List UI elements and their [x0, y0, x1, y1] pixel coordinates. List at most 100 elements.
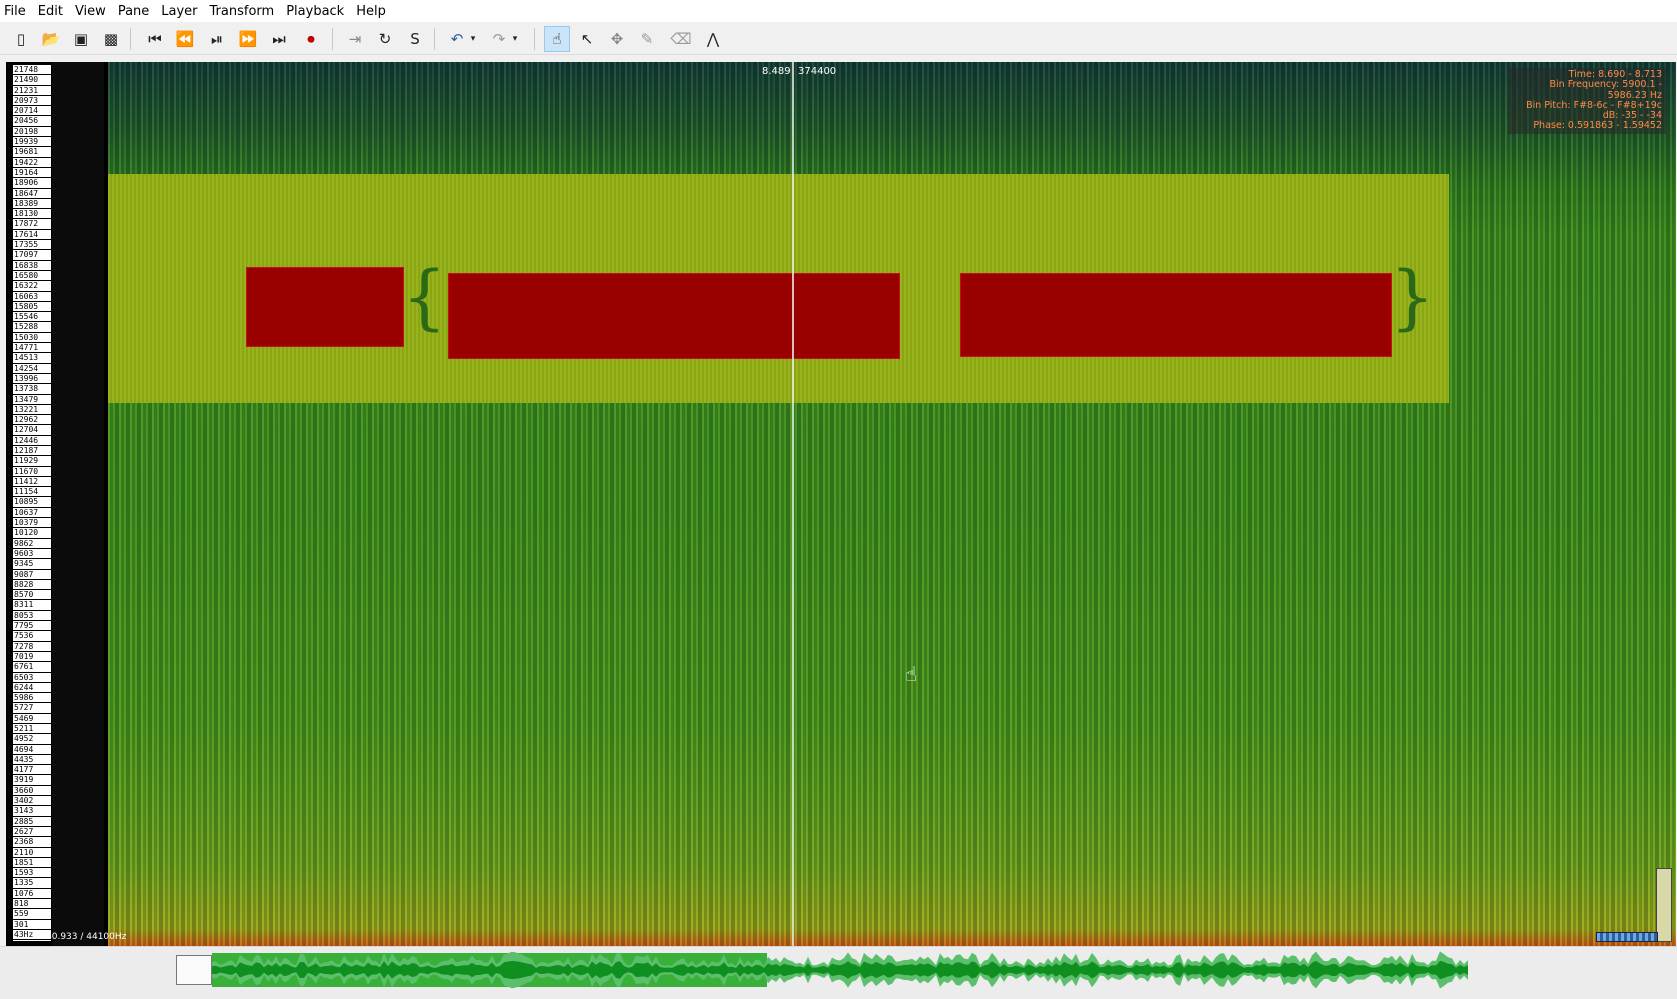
toolbar-separator [332, 28, 333, 50]
frequency-tick-label: 12962 [13, 415, 51, 426]
info-phase: Phase: 0.591863 - 1.59452 [1533, 120, 1662, 132]
frequency-tick-label: 11929 [13, 456, 51, 467]
solo-icon[interactable]: S [402, 26, 428, 52]
rewind-icon[interactable]: ⏪ [172, 26, 198, 52]
frequency-tick-label: 16580 [13, 271, 51, 282]
redo-dropdown-icon[interactable]: ▾ [508, 26, 522, 52]
overview-waveform[interactable] [212, 949, 1468, 991]
menu-layer[interactable]: Layer [155, 4, 203, 19]
frequency-tick-label: 5986 [13, 693, 51, 704]
loop-icon[interactable]: ↻ [372, 26, 398, 52]
sample-rate-label: 40.933 / 44100Hz [46, 932, 127, 942]
toolbar: ▯ 📂 ▣ ▩ ⏮ ⏪ ⏯ ⏩ ⏭ ⏺ ⇥ ↻ S ↶ ▾ ↷ ▾ ☝ ↖ ✥ … [0, 22, 1677, 55]
erase-tool-icon[interactable]: ⌫ [668, 26, 694, 52]
frequency-tick-label: 17355 [13, 240, 51, 251]
frequency-tick-label: 11154 [13, 487, 51, 498]
menu-transform[interactable]: Transform [204, 4, 281, 19]
frequency-tick-label: 11670 [13, 467, 51, 477]
frequency-tick-label: 5469 [13, 714, 51, 724]
frequency-tick-label: 21748 [13, 65, 51, 76]
frequency-tick-label: 18130 [13, 209, 51, 220]
navigate-tool-icon[interactable]: ☝ [544, 26, 570, 52]
frequency-tick-label: 7795 [13, 621, 51, 632]
frequency-tick-label: 1335 [13, 878, 51, 889]
frequency-tick-label: 12446 [13, 436, 51, 446]
play-selection-icon[interactable]: ⇥ [342, 26, 368, 52]
frequency-scale: 21748 21490 21231 20973 20714 20456 20198 19939… [12, 64, 52, 942]
spectrogram-pane[interactable]: 21748 21490 21231 20973 20714 20456 20198 19939… [6, 62, 1676, 946]
move-tool-icon[interactable]: ✥ [604, 26, 630, 52]
frequency-tick-label: 15030 [13, 333, 51, 344]
frequency-tick-label: 2110 [13, 848, 51, 858]
frequency-tick-label: 3402 [13, 796, 51, 807]
frequency-tick-label: 20973 [13, 96, 51, 107]
frequency-tick-label: 17614 [13, 230, 51, 241]
menu-view[interactable]: View [69, 4, 112, 19]
level-meter[interactable] [1656, 868, 1672, 942]
frequency-tick-label: 818 [13, 899, 51, 910]
undo-dropdown-icon[interactable]: ▾ [466, 26, 480, 52]
menu-file[interactable]: File [0, 4, 32, 19]
frequency-tick-label: 10637 [13, 508, 51, 519]
play-pause-icon[interactable]: ⏯ [204, 26, 230, 52]
frequency-tick-label: 10895 [13, 497, 51, 508]
overview-pane[interactable] [0, 946, 1677, 999]
frequency-tick-label: 6503 [13, 673, 51, 683]
menu-help[interactable]: Help [350, 4, 392, 19]
menu-edit[interactable]: Edit [32, 4, 69, 19]
measure-tool-icon[interactable]: ⋀ [700, 26, 726, 52]
frequency-tick-label: 16838 [13, 261, 51, 271]
select-tool-icon[interactable]: ↖ [574, 26, 600, 52]
frequency-tick-label: 4952 [13, 734, 51, 745]
frequency-tick-label: 2885 [13, 817, 51, 827]
frequency-tick-label: 2627 [13, 827, 51, 838]
frequency-tick-label: 1851 [13, 858, 51, 869]
frequency-tick-label: 21231 [13, 86, 51, 96]
new-file-icon[interactable]: ▯ [8, 26, 34, 52]
playhead-frame: 374400 [798, 66, 837, 77]
frequency-tick-label: 19164 [13, 168, 51, 179]
frequency-tick-label: 20198 [13, 127, 51, 138]
frequency-tick-label: 1593 [13, 868, 51, 879]
frequency-tick-label: 18906 [13, 178, 51, 189]
frequency-tick-label: 19939 [13, 137, 51, 148]
save-as-icon[interactable]: ▩ [98, 26, 124, 52]
playhead[interactable] [792, 62, 794, 946]
zoom-thumbwheel[interactable] [1596, 932, 1658, 942]
frequency-tick-label: 4177 [13, 765, 51, 776]
frequency-tick-label: 11412 [13, 477, 51, 488]
frequency-tick-label: 19422 [13, 158, 51, 168]
frequency-tick-label: 15805 [13, 302, 51, 313]
redaction-block-3 [960, 273, 1392, 357]
playhead-time: 8.489 [762, 66, 791, 77]
fast-forward-icon[interactable]: ⏩ [235, 26, 261, 52]
frequency-tick-label: 13738 [13, 384, 51, 395]
toolbar-separator [434, 28, 435, 50]
frequency-tick-label: 8570 [13, 590, 51, 601]
frequency-tick-label: 9087 [13, 570, 51, 580]
menu-playback[interactable]: Playback [280, 4, 350, 19]
frequency-tick-label: 16322 [13, 281, 51, 292]
frequency-tick-label: 13221 [13, 405, 51, 416]
menu-pane[interactable]: Pane [112, 4, 155, 19]
cursor-info-panel: Time: 8.690 - 8.713 Bin Frequency: 5900.… [1508, 68, 1666, 134]
hand-cursor-icon: ☝ [905, 662, 918, 686]
save-icon[interactable]: ▣ [68, 26, 94, 52]
frequency-tick-label: 6244 [13, 683, 51, 694]
open-file-icon[interactable]: 📂 [38, 26, 64, 52]
frequency-tick-label: 14513 [13, 353, 51, 364]
frequency-tick-label: 3919 [13, 775, 51, 786]
spectrogram-view[interactable]: { } 8.489 374400 Time: 8.690 - 8.713 Bin… [108, 62, 1676, 946]
frequency-tick-label: 20456 [13, 116, 51, 127]
frequency-tick-label: 3660 [13, 786, 51, 797]
frequency-tick-label: 15546 [13, 312, 51, 323]
rewind-start-icon[interactable]: ⏮ [142, 26, 168, 52]
frequency-tick-label: 21490 [13, 75, 51, 86]
record-icon[interactable]: ⏺ [298, 26, 324, 52]
frequency-tick-label: 9345 [13, 559, 51, 570]
frequency-tick-label: 8053 [13, 611, 51, 622]
draw-tool-icon[interactable]: ✎ [634, 26, 660, 52]
forward-end-icon[interactable]: ⏭ [266, 26, 292, 52]
overview-viewport-box[interactable] [176, 955, 212, 985]
frequency-tick-label: 14771 [13, 343, 51, 354]
